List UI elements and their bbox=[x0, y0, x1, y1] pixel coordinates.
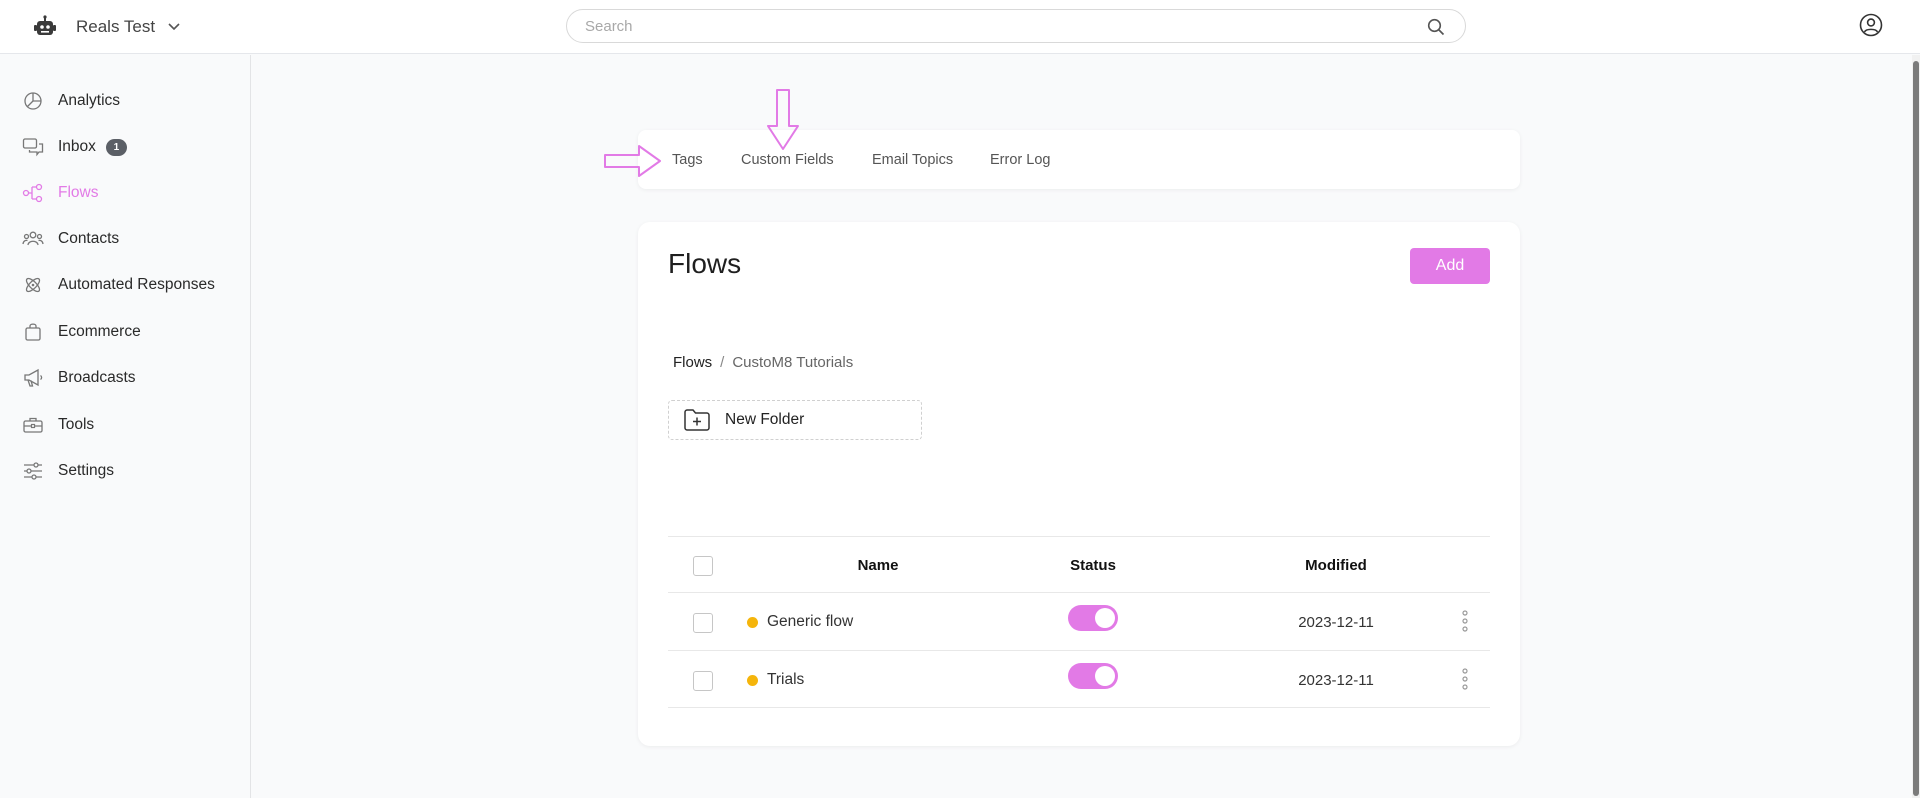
toggle-knob bbox=[1095, 608, 1115, 628]
breadcrumb-root-link[interactable]: Flows bbox=[673, 354, 712, 371]
sidebar-item-label: Analytics bbox=[58, 92, 121, 109]
sidebar-item-label: Ecommerce bbox=[58, 323, 141, 340]
sidebar-item-automated-responses[interactable]: Automated Responses bbox=[0, 267, 250, 303]
broadcasts-icon bbox=[22, 367, 44, 389]
flows-panel: Flows Add Flows / CustoM8 Tutorials New … bbox=[638, 222, 1520, 746]
top-bar: Reals Test bbox=[0, 0, 1920, 54]
tab-tags[interactable]: Tags bbox=[672, 130, 703, 189]
row-checkbox[interactable] bbox=[693, 613, 713, 633]
inbox-count-badge: 1 bbox=[105, 138, 127, 156]
flow-name-link[interactable]: Generic flow bbox=[767, 613, 853, 631]
tab-error-log[interactable]: Error Log bbox=[990, 130, 1050, 189]
new-folder-label: New Folder bbox=[725, 411, 805, 428]
page-title: Flows bbox=[668, 248, 742, 279]
user-account-icon[interactable] bbox=[1859, 13, 1883, 37]
sidebar-item-broadcasts[interactable]: Broadcasts bbox=[0, 360, 250, 396]
table-header-row: Name Status Modified bbox=[668, 536, 1490, 592]
inbox-icon bbox=[22, 136, 44, 158]
sidebar-item-settings[interactable]: Settings bbox=[0, 453, 250, 489]
column-header-modified[interactable]: Modified bbox=[1266, 537, 1406, 593]
column-header-name[interactable]: Name bbox=[808, 537, 948, 593]
settings-icon bbox=[22, 460, 44, 482]
search-icon[interactable] bbox=[1427, 18, 1445, 36]
sidebar-item-label: Broadcasts bbox=[58, 369, 136, 386]
ecommerce-icon bbox=[22, 321, 44, 343]
flows-table: Name Status Modified Generic flow 2023-1… bbox=[668, 536, 1490, 708]
flow-name-cell: Trials bbox=[747, 651, 804, 709]
analytics-icon bbox=[22, 90, 44, 112]
more-options-icon[interactable] bbox=[1458, 667, 1472, 691]
flow-name-link[interactable]: Trials bbox=[767, 671, 804, 689]
sidebar-item-label: Contacts bbox=[58, 230, 120, 247]
scrollbar-thumb[interactable] bbox=[1913, 61, 1919, 796]
sidebar-item-tools[interactable]: Tools bbox=[0, 407, 250, 443]
sidebar-item-analytics[interactable]: Analytics bbox=[0, 83, 250, 119]
page-scrollbar[interactable] bbox=[1912, 55, 1920, 798]
arrow-right-icon bbox=[603, 144, 663, 178]
modified-date: 2023-12-11 bbox=[1298, 671, 1374, 689]
modified-date: 2023-12-11 bbox=[1298, 613, 1374, 631]
tools-icon bbox=[22, 414, 44, 436]
sidebar-item-flows[interactable]: Flows bbox=[0, 175, 250, 211]
row-checkbox[interactable] bbox=[693, 671, 713, 691]
select-all-checkbox[interactable] bbox=[693, 556, 713, 576]
sidebar-item-label: Inbox bbox=[58, 138, 96, 155]
folder-plus-icon bbox=[683, 408, 711, 432]
breadcrumb: Flows / CustoM8 Tutorials bbox=[673, 354, 853, 371]
table-row: Trials 2023-12-11 bbox=[668, 650, 1490, 708]
breadcrumb-current: CustoM8 Tutorials bbox=[732, 354, 854, 371]
toggle-knob bbox=[1095, 666, 1115, 686]
status-toggle[interactable] bbox=[1068, 663, 1118, 689]
sidebar: Analytics Inbox 1 Flows Contacts Automat… bbox=[0, 55, 251, 798]
search-bar bbox=[566, 9, 1466, 43]
sidebar-item-ecommerce[interactable]: Ecommerce bbox=[0, 314, 250, 350]
add-button[interactable]: Add bbox=[1410, 248, 1490, 284]
status-toggle[interactable] bbox=[1068, 605, 1118, 631]
sidebar-item-inbox[interactable]: Inbox 1 bbox=[0, 129, 250, 165]
table-row: Generic flow 2023-12-11 bbox=[668, 592, 1490, 650]
status-dot bbox=[747, 616, 758, 628]
workspace-switcher[interactable]: Reals Test bbox=[32, 12, 181, 42]
flows-icon bbox=[22, 182, 44, 204]
sidebar-item-label: Tools bbox=[58, 416, 95, 433]
sidebar-item-label: Flows bbox=[58, 184, 99, 201]
workspace-name: Reals Test bbox=[76, 17, 156, 36]
search-input[interactable] bbox=[585, 10, 1405, 42]
breadcrumb-separator: / bbox=[720, 354, 725, 371]
arrow-down-icon bbox=[766, 88, 800, 152]
robot-icon bbox=[32, 14, 58, 40]
chevron-down-icon bbox=[167, 22, 181, 32]
sidebar-item-contacts[interactable]: Contacts bbox=[0, 221, 250, 257]
flow-name-cell: Generic flow bbox=[747, 593, 853, 651]
automated-responses-icon bbox=[22, 274, 44, 296]
sidebar-item-label: Settings bbox=[58, 462, 115, 479]
new-folder-button[interactable]: New Folder bbox=[668, 400, 922, 440]
sidebar-item-label: Automated Responses bbox=[58, 276, 215, 293]
contacts-icon bbox=[22, 228, 44, 250]
status-dot bbox=[747, 674, 758, 686]
more-options-icon[interactable] bbox=[1458, 609, 1472, 633]
column-header-status[interactable]: Status bbox=[1033, 537, 1153, 593]
tab-email-topics[interactable]: Email Topics bbox=[872, 130, 953, 189]
